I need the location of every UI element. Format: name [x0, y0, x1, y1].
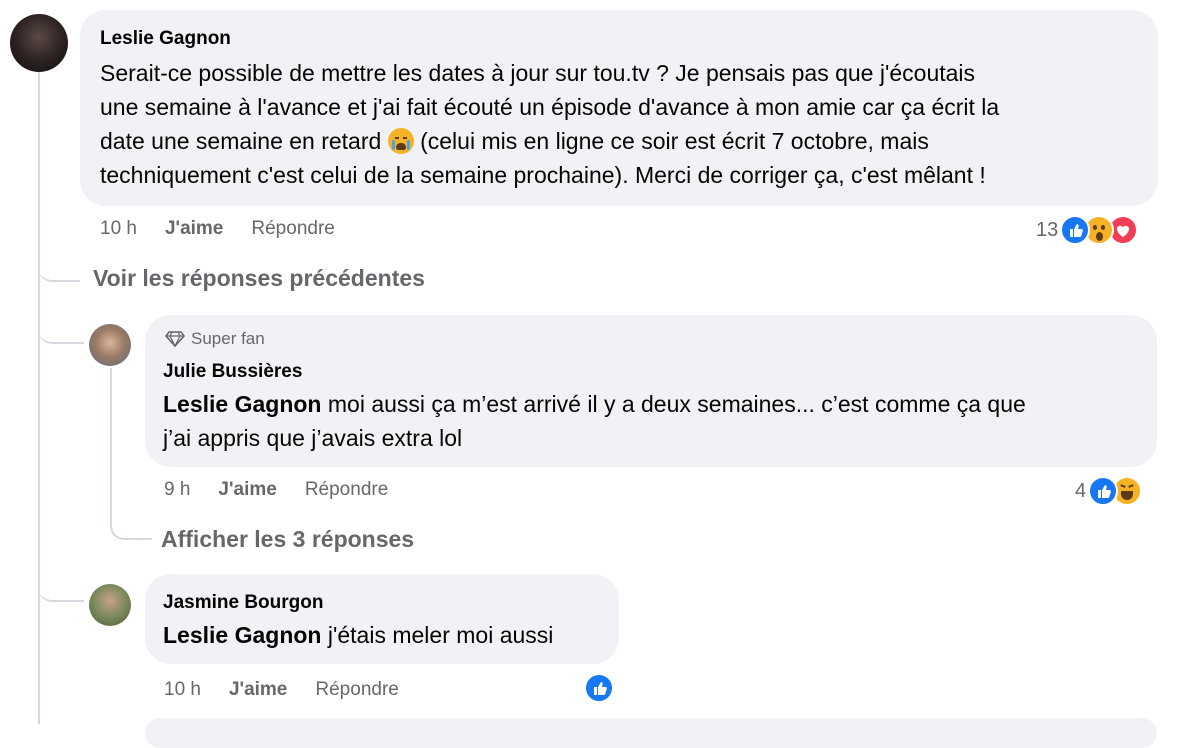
comment-bubble-leslie: Leslie Gagnon Serait-ce possible de mett… — [80, 10, 1158, 206]
comment-actions: 9 h J'aime Répondre — [164, 479, 416, 501]
comment-text-segment: (celui mis en ligne ce soir est écrit 7 … — [413, 128, 929, 154]
reactions-summary[interactable]: 4 — [1075, 476, 1143, 506]
reply-button[interactable]: Répondre — [315, 679, 398, 701]
comment-text-line: une semaine à l'avance et j'ai fait écou… — [100, 94, 1000, 120]
comment-text-line: j’ai appris que j’avais extra lol — [163, 425, 463, 451]
comment-text: Leslie Gagnon moi aussi ça m’est arrivé … — [163, 387, 1143, 455]
comment-actions: 10 h J'aime Répondre — [164, 679, 427, 701]
comment-author[interactable]: Leslie Gagnon — [100, 28, 231, 50]
reactions-summary[interactable] — [584, 673, 614, 703]
thread-elbow-julie — [38, 312, 84, 344]
comment-text: Leslie Gagnon j'étais meler moi aussi — [163, 618, 613, 652]
reaction-count: 13 — [1036, 218, 1059, 241]
thread-elbow-jasmine — [38, 570, 84, 602]
comment-author[interactable]: Jasmine Bourgon — [163, 592, 323, 614]
mention-link[interactable]: Leslie Gagnon — [163, 622, 321, 648]
thread-line-julie — [110, 368, 112, 518]
comment-text-segment: moi aussi ça m’est arrivé il y a deux se… — [321, 391, 1026, 417]
view-previous-replies-link[interactable]: Voir les réponses précédentes — [93, 265, 425, 292]
thread-elbow-previous — [38, 250, 80, 282]
avatar-julie[interactable] — [89, 324, 131, 366]
comment-text-line: techniquement c'est celui de la semaine … — [100, 162, 986, 188]
comment-time[interactable]: 10 h — [164, 679, 201, 701]
super-fan-badge: Super fan — [165, 329, 265, 349]
comment-time[interactable]: 10 h — [100, 218, 137, 240]
comment-actions: 10 h J'aime Répondre — [100, 218, 363, 240]
reaction-count: 4 — [1075, 479, 1087, 502]
comment-time[interactable]: 9 h — [164, 479, 190, 501]
avatar-jasmine[interactable] — [89, 584, 131, 626]
avatar-leslie[interactable] — [10, 14, 68, 72]
mention-link[interactable]: Leslie Gagnon — [163, 391, 321, 417]
comment-text-segment: date une semaine en retard — [100, 128, 388, 154]
like-button[interactable]: J'aime — [218, 479, 276, 501]
reactions-summary[interactable]: 13 — [1036, 215, 1139, 245]
like-reaction-icon — [1060, 215, 1091, 245]
like-reaction-icon — [1088, 476, 1119, 506]
like-reaction-icon — [584, 673, 614, 703]
next-comment-bubble-partial — [145, 718, 1157, 748]
comment-text-line: Leslie Gagnon moi aussi ça m’est arrivé … — [163, 387, 1143, 421]
comment-text-line: Serait-ce possible de mettre les dates à… — [100, 60, 976, 86]
comment-text: Serait-ce possible de mettre les dates à… — [100, 56, 1150, 192]
diamond-icon — [165, 331, 185, 347]
comment-author[interactable]: Julie Bussières — [163, 361, 302, 383]
thread-line-main — [38, 72, 40, 724]
like-button[interactable]: J'aime — [165, 218, 223, 240]
reply-button[interactable]: Répondre — [251, 218, 334, 240]
comment-bubble-julie: Super fan Julie Bussières Leslie Gagnon … — [145, 315, 1157, 467]
crying-emoji-icon — [387, 128, 414, 154]
thread-elbow-replies — [110, 508, 152, 540]
comment-text-line: date une semaine en retard (celui mis en… — [100, 124, 1150, 158]
show-replies-link[interactable]: Afficher les 3 réponses — [161, 526, 414, 553]
comment-text-segment: j'étais meler moi aussi — [321, 622, 554, 648]
badge-label: Super fan — [191, 329, 265, 348]
like-button[interactable]: J'aime — [229, 679, 287, 701]
comment-bubble-jasmine: Jasmine Bourgon Leslie Gagnon j'étais me… — [145, 574, 619, 664]
reply-button[interactable]: Répondre — [305, 479, 388, 501]
